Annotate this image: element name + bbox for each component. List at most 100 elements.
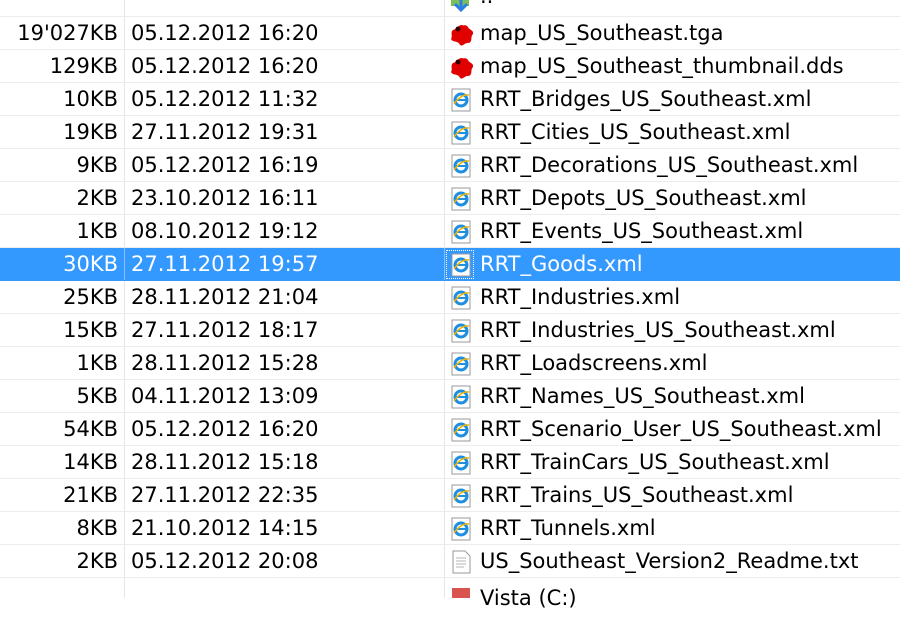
xml-file-icon	[449, 220, 473, 244]
text-file-icon	[449, 550, 473, 574]
column-separator	[444, 50, 445, 82]
file-row-selected[interactable]: 30KB 27.11.2012 19:57 RRT_Goods.xml	[0, 248, 900, 281]
file-date: 05.12.2012 16:20	[131, 54, 319, 78]
file-row[interactable]: 10KB 05.12.2012 11:32 RRT_Bridges_US_Sou…	[0, 83, 900, 116]
file-list: .. 19'027KB 05.12.2012 16:20 map_US_Sout…	[0, 0, 900, 610]
file-row[interactable]: 14KB 28.11.2012 15:18 RRT_TrainCars_US_S…	[0, 446, 900, 479]
column-separator	[124, 0, 125, 16]
file-row[interactable]: 2KB 05.12.2012 20:08 US_Southeast_Versio…	[0, 545, 900, 578]
column-separator	[444, 248, 445, 280]
file-size: 19KB	[63, 120, 118, 144]
file-name: RRT_Scenario_User_US_Southeast.xml	[480, 417, 882, 441]
file-name: map_US_Southeast.tga	[480, 21, 724, 45]
file-row[interactable]: 8KB 21.10.2012 14:15 RRT_Tunnels.xml	[0, 512, 900, 545]
file-size: 2KB	[76, 549, 118, 573]
drive-row[interactable]: Vista (C:)	[0, 578, 900, 610]
dds-image-icon	[449, 55, 474, 79]
file-row[interactable]: 9KB 05.12.2012 16:19 RRT_Decorations_US_…	[0, 149, 900, 182]
file-size: 19'027KB	[17, 21, 118, 45]
xml-file-icon	[449, 253, 473, 277]
file-row[interactable]: 1KB 08.10.2012 19:12 RRT_Events_US_South…	[0, 215, 900, 248]
file-name: RRT_Events_US_Southeast.xml	[480, 219, 804, 243]
column-separator	[124, 83, 125, 115]
file-size: 1KB	[76, 219, 118, 243]
column-separator	[444, 479, 445, 511]
column-separator	[124, 446, 125, 478]
file-row[interactable]: 54KB 05.12.2012 16:20 RRT_Scenario_User_…	[0, 413, 900, 446]
column-separator	[444, 17, 445, 49]
column-separator	[124, 479, 125, 511]
column-separator	[124, 512, 125, 544]
file-date: 05.12.2012 16:20	[131, 21, 319, 45]
file-size: 21KB	[63, 483, 118, 507]
file-row[interactable]: 1KB 28.11.2012 15:28 RRT_Loadscreens.xml	[0, 347, 900, 380]
up-folder-icon	[449, 0, 473, 14]
column-separator	[444, 446, 445, 478]
file-name: RRT_Goods.xml	[480, 252, 643, 276]
file-name: map_US_Southeast_thumbnail.dds	[480, 54, 844, 78]
file-size: 54KB	[63, 417, 118, 441]
file-size: 1KB	[76, 351, 118, 375]
column-separator	[124, 248, 125, 280]
file-name: RRT_Bridges_US_Southeast.xml	[480, 87, 812, 111]
xml-file-icon	[449, 88, 473, 112]
file-row[interactable]: 21KB 27.11.2012 22:35 RRT_Trains_US_Sout…	[0, 479, 900, 512]
column-separator	[124, 116, 125, 148]
xml-file-icon	[449, 517, 473, 541]
xml-file-icon	[449, 484, 473, 508]
xml-file-icon	[449, 352, 473, 376]
file-date: 27.11.2012 22:35	[131, 483, 319, 507]
column-separator	[124, 413, 125, 445]
file-name: RRT_Tunnels.xml	[480, 516, 656, 540]
file-name: US_Southeast_Version2_Readme.txt	[480, 549, 859, 573]
column-separator	[124, 578, 125, 598]
column-separator	[124, 281, 125, 313]
file-row[interactable]: 25KB 28.11.2012 21:04 RRT_Industries.xml	[0, 281, 900, 314]
column-separator	[444, 314, 445, 346]
column-separator	[124, 314, 125, 346]
xml-file-icon	[449, 286, 473, 310]
column-separator	[444, 545, 445, 577]
column-separator	[444, 149, 445, 181]
file-date: 28.11.2012 15:18	[131, 450, 319, 474]
file-size: 15KB	[63, 318, 118, 342]
column-separator	[124, 149, 125, 181]
file-date: 28.11.2012 15:28	[131, 351, 319, 375]
file-size: 5KB	[76, 384, 118, 408]
file-size: 25KB	[63, 285, 118, 309]
column-separator	[124, 545, 125, 577]
xml-file-icon	[449, 121, 473, 145]
file-row-parent[interactable]: ..	[0, 0, 900, 17]
file-date: 04.11.2012 13:09	[131, 384, 319, 408]
xml-file-icon	[449, 418, 473, 442]
file-size: 10KB	[63, 87, 118, 111]
file-name: RRT_TrainCars_US_Southeast.xml	[480, 450, 830, 474]
file-date: 05.12.2012 20:08	[131, 549, 319, 573]
column-separator	[444, 83, 445, 115]
file-size: 9KB	[76, 153, 118, 177]
file-row[interactable]: 19'027KB 05.12.2012 16:20 map_US_Southea…	[0, 17, 900, 50]
file-row[interactable]: 129KB 05.12.2012 16:20 map_US_Southeast_…	[0, 50, 900, 83]
file-date: 27.11.2012 19:57	[131, 252, 319, 276]
column-separator	[124, 380, 125, 412]
file-row[interactable]: 2KB 23.10.2012 16:11 RRT_Depots_US_South…	[0, 182, 900, 215]
file-row[interactable]: 19KB 27.11.2012 19:31 RRT_Cities_US_Sout…	[0, 116, 900, 149]
xml-file-icon	[449, 154, 473, 178]
file-row[interactable]: 15KB 27.11.2012 18:17 RRT_Industries_US_…	[0, 314, 900, 347]
xml-file-icon	[449, 187, 473, 211]
file-date: 08.10.2012 19:12	[131, 219, 319, 243]
file-date: 05.12.2012 16:20	[131, 417, 319, 441]
column-separator	[444, 0, 445, 16]
file-row[interactable]: 5KB 04.11.2012 13:09 RRT_Names_US_Southe…	[0, 380, 900, 413]
tga-image-icon	[449, 22, 474, 46]
file-date: 05.12.2012 16:19	[131, 153, 319, 177]
file-name: RRT_Loadscreens.xml	[480, 351, 708, 375]
column-separator	[124, 182, 125, 214]
column-separator	[444, 512, 445, 544]
column-separator	[124, 50, 125, 82]
file-name: RRT_Industries.xml	[480, 285, 681, 309]
file-name: RRT_Cities_US_Southeast.xml	[480, 120, 791, 144]
file-date: 27.11.2012 18:17	[131, 318, 319, 342]
column-separator	[444, 215, 445, 247]
file-date: 23.10.2012 16:11	[131, 186, 319, 210]
